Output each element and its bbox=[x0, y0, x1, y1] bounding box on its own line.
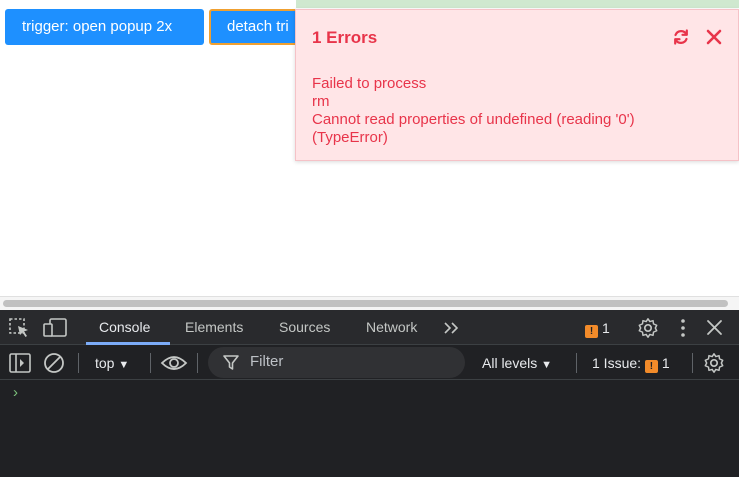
error-popup: 1 Errors Failed to process rm Cannot rea… bbox=[295, 9, 739, 161]
inspect-element-icon[interactable] bbox=[9, 318, 31, 338]
issues-badge-count: 1 bbox=[602, 320, 610, 336]
console-output[interactable]: › bbox=[0, 380, 739, 477]
tab-sources[interactable]: Sources bbox=[279, 310, 330, 345]
more-tabs-chevron-icon[interactable] bbox=[443, 321, 459, 335]
tab-elements[interactable]: Elements bbox=[185, 310, 243, 345]
error-line: rm bbox=[312, 93, 330, 110]
scrollbar-thumb[interactable] bbox=[3, 300, 728, 307]
issues-badge[interactable]: ! 1 bbox=[585, 319, 610, 338]
eye-icon[interactable] bbox=[160, 353, 188, 373]
detach-trigger-button[interactable]: detach tri bbox=[209, 9, 299, 45]
refresh-icon[interactable] bbox=[671, 27, 691, 47]
toolbar-divider bbox=[576, 353, 577, 373]
error-line: (TypeError) bbox=[312, 129, 388, 146]
warning-icon: ! bbox=[585, 325, 598, 338]
issues-counter[interactable]: 1 Issue: ! 1 bbox=[592, 353, 670, 373]
levels-label: All levels bbox=[482, 355, 538, 371]
issues-count-value: 1 bbox=[661, 355, 670, 371]
close-icon[interactable] bbox=[704, 27, 724, 47]
error-line: Cannot read properties of undefined (rea… bbox=[312, 111, 635, 128]
web-page: trigger: open popup 2x detach tri 1 Erro… bbox=[0, 0, 739, 310]
filter-placeholder: Filter bbox=[250, 353, 284, 370]
error-line: Failed to process bbox=[312, 75, 427, 92]
issues-label: 1 Issue: bbox=[592, 355, 642, 371]
trigger-open-popup-button[interactable]: trigger: open popup 2x bbox=[5, 9, 204, 45]
tab-console[interactable]: Console bbox=[99, 310, 150, 345]
page-top-strip bbox=[0, 0, 739, 8]
devtools-tabbar: Console Elements Sources Network ! 1 bbox=[0, 310, 739, 345]
toolbar-divider bbox=[78, 353, 79, 373]
close-devtools-icon[interactable] bbox=[706, 319, 723, 336]
error-message: Failed to process rm Cannot read propert… bbox=[312, 75, 635, 147]
toolbar-divider bbox=[150, 353, 151, 373]
more-options-icon[interactable] bbox=[677, 318, 689, 338]
tab-network[interactable]: Network bbox=[366, 310, 417, 345]
toolbar-divider bbox=[197, 353, 198, 373]
filter-icon bbox=[223, 355, 239, 370]
warning-icon: ! bbox=[644, 360, 658, 373]
settings-gear-icon[interactable] bbox=[637, 317, 659, 339]
log-levels-dropdown[interactable]: All levels ▼ bbox=[482, 353, 552, 375]
console-toolbar: top ▼ Filter All levels ▼ 1 Issue: ! 1 bbox=[0, 345, 739, 380]
device-toolbar-icon[interactable] bbox=[43, 318, 68, 338]
sidebar-toggle-icon[interactable] bbox=[9, 352, 31, 374]
horizontal-scrollbar[interactable] bbox=[0, 296, 739, 310]
devtools-panel: Console Elements Sources Network ! 1 top… bbox=[0, 310, 739, 477]
error-popup-title: 1 Errors bbox=[312, 28, 378, 47]
context-value: top bbox=[95, 355, 115, 371]
context-selector[interactable]: top ▼ bbox=[95, 353, 129, 373]
console-settings-gear-icon[interactable] bbox=[703, 352, 725, 374]
clear-console-icon[interactable] bbox=[43, 352, 65, 374]
console-prompt[interactable]: › bbox=[13, 384, 18, 401]
toolbar-divider bbox=[692, 353, 693, 373]
filter-input[interactable]: Filter bbox=[208, 347, 465, 378]
